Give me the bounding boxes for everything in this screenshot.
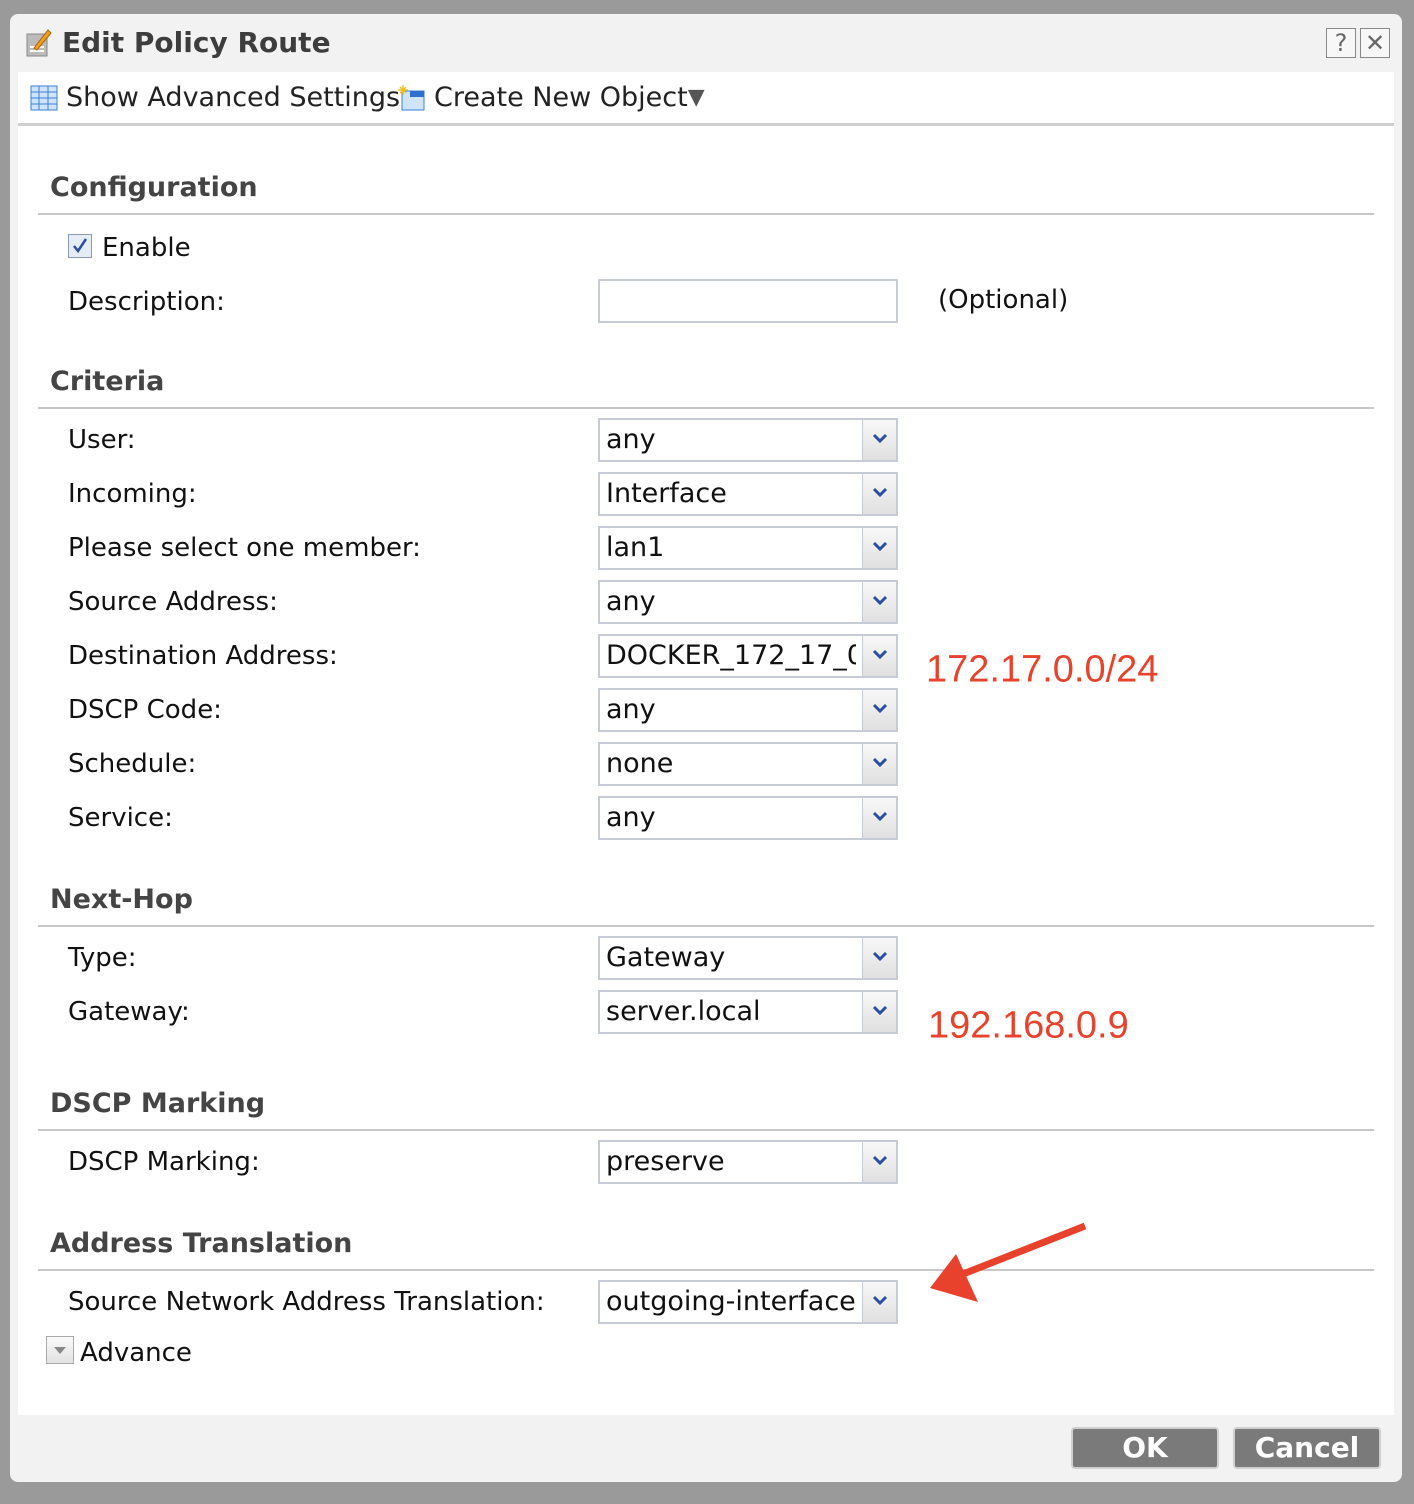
please-select-one-member-label: Please select one member: xyxy=(68,533,421,563)
chevron-down-icon xyxy=(872,433,888,444)
chevron-down-icon xyxy=(872,951,888,962)
red-arrow-annotation xyxy=(930,1222,1087,1302)
incoming-select[interactable]: Interface xyxy=(598,472,898,516)
user-label: User: xyxy=(68,425,136,455)
dropdown-button[interactable] xyxy=(862,938,896,978)
chevron-down-icon xyxy=(872,487,888,498)
chevron-down-icon xyxy=(872,703,888,714)
chevron-down-icon xyxy=(872,541,888,552)
chevron-down-icon xyxy=(872,649,888,660)
dropdown-button[interactable] xyxy=(862,690,896,730)
dscp-marking-select[interactable]: preserve xyxy=(598,1140,898,1184)
source-network-address-translation-select[interactable]: outgoing-interface xyxy=(598,1280,898,1324)
destination-annotation: 172.17.0.0/24 xyxy=(926,648,1159,691)
dropdown-button[interactable] xyxy=(862,528,896,568)
section-criteria: Criteria xyxy=(50,366,165,397)
dialog-content: Show Advanced Settings Create New Object… xyxy=(18,72,1394,1415)
show-advanced-settings-button[interactable]: Show Advanced Settings xyxy=(30,82,400,113)
edit-policy-route-dialog: Edit Policy Route ? ✕ Show Advanced Sett… xyxy=(10,14,1402,1482)
incoming-label: Incoming: xyxy=(68,479,197,509)
new-object-icon xyxy=(398,84,425,110)
dropdown-button[interactable] xyxy=(862,420,896,460)
dropdown-button[interactable] xyxy=(862,992,896,1032)
dropdown-button[interactable] xyxy=(862,798,896,838)
cancel-button[interactable]: Cancel xyxy=(1233,1427,1381,1469)
divider xyxy=(38,1129,1374,1131)
source-network-address-translation-label: Source Network Address Translation: xyxy=(68,1287,545,1317)
advance-toggle[interactable] xyxy=(46,1336,74,1364)
please-select-one-member-value: lan1 xyxy=(606,532,665,563)
gateway-label: Gateway: xyxy=(68,997,190,1027)
section-next-hop: Next-Hop xyxy=(50,884,193,915)
enable-label: Enable xyxy=(102,233,191,263)
table-icon xyxy=(30,85,58,110)
section-address-translation: Address Translation xyxy=(50,1228,353,1259)
dropdown-button[interactable] xyxy=(862,1142,896,1182)
enable-checkbox[interactable] xyxy=(68,234,92,258)
dropdown-button[interactable] xyxy=(862,744,896,784)
chevron-down-icon xyxy=(872,757,888,768)
divider xyxy=(38,1269,1374,1271)
create-new-object-button[interactable]: Create New Object ▼ xyxy=(398,82,705,113)
create-new-object-label: Create New Object xyxy=(434,82,688,113)
source-address-label: Source Address: xyxy=(68,587,278,617)
chevron-down-icon xyxy=(872,1005,888,1016)
dialog-title: Edit Policy Route xyxy=(62,26,331,59)
title-bar: Edit Policy Route ? ✕ xyxy=(10,14,1402,72)
section-dscp-marking: DSCP Marking xyxy=(50,1088,266,1119)
dscp-code-value: any xyxy=(606,694,656,725)
type-value: Gateway xyxy=(606,942,726,973)
destination-address-label: Destination Address: xyxy=(68,641,338,671)
schedule-label: Schedule: xyxy=(68,749,197,779)
service-value: any xyxy=(606,802,656,833)
service-label: Service: xyxy=(68,803,173,833)
dropdown-button[interactable] xyxy=(862,582,896,622)
source-address-select[interactable]: any xyxy=(598,580,898,624)
divider xyxy=(38,213,1374,215)
dscp-code-label: DSCP Code: xyxy=(68,695,222,725)
source-network-address-translation-value: outgoing-interface xyxy=(606,1286,856,1317)
type-select[interactable]: Gateway xyxy=(598,936,898,980)
dscp-marking-label: DSCP Marking: xyxy=(68,1147,260,1177)
user-value: any xyxy=(606,424,656,455)
schedule-value: none xyxy=(606,748,674,779)
triangle-down-icon xyxy=(54,1347,66,1354)
dropdown-button[interactable] xyxy=(862,1282,896,1322)
dropdown-button[interactable] xyxy=(862,636,896,676)
divider xyxy=(38,925,1374,927)
service-select[interactable]: any xyxy=(598,796,898,840)
advance-label: Advance xyxy=(80,1338,192,1368)
checkmark-icon xyxy=(73,238,88,254)
edit-icon xyxy=(26,29,52,57)
show-advanced-settings-label: Show Advanced Settings xyxy=(66,82,401,113)
incoming-value: Interface xyxy=(606,478,727,509)
chevron-down-icon xyxy=(872,1295,888,1306)
destination-address-value: DOCKER_172_17_0_ xyxy=(606,640,856,671)
gateway-select[interactable]: server.local xyxy=(598,990,898,1034)
close-button[interactable]: ✕ xyxy=(1360,28,1390,58)
dropdown-button[interactable] xyxy=(862,474,896,514)
caret-down-icon: ▼ xyxy=(687,85,705,110)
destination-address-select[interactable]: DOCKER_172_17_0_ xyxy=(598,634,898,678)
description-input[interactable] xyxy=(598,279,898,323)
section-configuration: Configuration xyxy=(50,172,258,203)
chevron-down-icon xyxy=(872,1155,888,1166)
optional-hint: (Optional) xyxy=(938,285,1069,315)
dscp-marking-value: preserve xyxy=(606,1146,725,1177)
source-address-value: any xyxy=(606,586,656,617)
user-select[interactable]: any xyxy=(598,418,898,462)
gateway-annotation: 192.168.0.9 xyxy=(928,1004,1129,1047)
chevron-down-icon xyxy=(872,811,888,822)
type-label: Type: xyxy=(68,943,137,973)
ok-button[interactable]: OK xyxy=(1071,1427,1219,1469)
help-button[interactable]: ? xyxy=(1326,28,1356,58)
please-select-one-member-select[interactable]: lan1 xyxy=(598,526,898,570)
dscp-code-select[interactable]: any xyxy=(598,688,898,732)
chevron-down-icon xyxy=(872,595,888,606)
divider xyxy=(38,407,1374,409)
schedule-select[interactable]: none xyxy=(598,742,898,786)
gateway-value: server.local xyxy=(606,996,761,1027)
toolbar: Show Advanced Settings Create New Object… xyxy=(18,72,1394,126)
description-label: Description: xyxy=(68,287,225,317)
